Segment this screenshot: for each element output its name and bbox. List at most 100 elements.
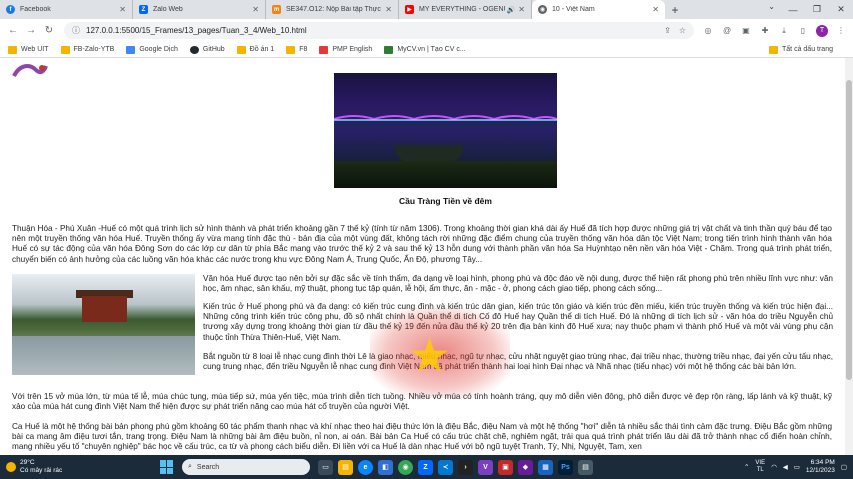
weather-icon	[6, 462, 16, 472]
forward-icon[interactable]: →	[22, 22, 40, 40]
back-icon[interactable]: ←	[4, 22, 22, 40]
taskview-icon[interactable]: ▭	[318, 459, 333, 475]
scrollbar-thumb[interactable]	[846, 80, 852, 380]
system-tray: ⌃ VIE TL ◠ ◀ ▭ 6:34 PM 12/1/2023 ▢	[744, 455, 847, 479]
close-icon[interactable]: ✕	[252, 5, 259, 14]
close-icon[interactable]: ✕	[652, 5, 659, 14]
sidebar-icon[interactable]: ▯	[797, 25, 809, 37]
weather-text: Có mây rải rác	[20, 467, 63, 474]
windows-start-icon[interactable]	[160, 460, 174, 474]
page-content: Cầu Tràng Tiền về đêm Thuận Hóa - Phú Xu…	[0, 58, 845, 455]
zalo-icon: Z	[139, 5, 148, 14]
tab-title: Zalo Web	[153, 6, 183, 13]
star-icon[interactable]: ☆	[679, 26, 686, 35]
extension-icon[interactable]: @	[721, 25, 733, 37]
shore	[334, 161, 557, 188]
app-icon[interactable]: ▤	[578, 459, 593, 475]
bookmarks-bar: Web UIT FB-Zalo-YTB Google Dịch GitHub Đ…	[0, 42, 853, 58]
puzzle-icon[interactable]: ✚	[759, 25, 771, 37]
wifi-icon[interactable]: ◠	[771, 463, 777, 471]
address-bar[interactable]: ⓘ 127.0.0.1:5500/15_Frames/13_pages/Tuan…	[64, 22, 694, 39]
file-explorer-icon[interactable]: ▤	[338, 459, 353, 475]
bookmark-github[interactable]: GitHub	[189, 45, 225, 54]
decorative-dragon-image	[12, 64, 48, 78]
image-caption: Cầu Tràng Tiền về đêm	[399, 196, 492, 206]
avatar[interactable]: T	[816, 24, 828, 37]
language-indicator[interactable]: VIE TL	[755, 460, 765, 474]
app-icon[interactable]: ◆	[518, 459, 533, 475]
tab-zalo[interactable]: Z Zalo Web ✕	[133, 0, 266, 19]
extensions-bar: ◎ @ ▣ ✚ ⤓ ▯ T ⋮	[702, 24, 847, 37]
new-tab-button[interactable]: +	[665, 0, 685, 19]
bookmark-do-an-1[interactable]: Đồ án 1	[236, 45, 274, 54]
tab-title: 10 - Việt Nam	[552, 6, 595, 13]
bookmark-mycv[interactable]: MyCV.vn | Tạo CV c...	[384, 45, 466, 54]
app-icon[interactable]: ▣	[498, 459, 513, 475]
tab-title: Facebook	[20, 6, 51, 13]
folder-icon	[286, 45, 296, 54]
close-icon[interactable]: ✕	[119, 5, 126, 14]
notification-icon[interactable]: ▢	[841, 463, 847, 471]
browser-toolbar: ← → ↻ ⓘ 127.0.0.1:5500/15_Frames/13_page…	[0, 19, 853, 42]
translate-icon	[126, 45, 136, 54]
minimize-icon[interactable]: —	[781, 0, 805, 19]
photoshop-icon[interactable]: Ps	[558, 459, 573, 475]
battery-icon[interactable]: ▭	[794, 463, 800, 471]
taskbar-search[interactable]: ⌕ Search	[182, 459, 310, 475]
pmp-icon	[319, 45, 329, 54]
chrome-icon[interactable]: ◉	[398, 459, 413, 475]
paragraph-ca-hue: Ca Huế là một hệ thống bài bản phong phú…	[12, 422, 832, 452]
bridge-night-image	[334, 73, 557, 188]
chevron-down-icon[interactable]: ⌄	[768, 2, 775, 11]
store-icon[interactable]: ◧	[378, 459, 393, 475]
tab-youtube[interactable]: ▶ MY EVERYTHING - OGENUS 🔊 ✕	[399, 0, 532, 19]
temperature: 29°C	[20, 459, 35, 466]
app-icon[interactable]: ▦	[538, 459, 553, 475]
extension-icon[interactable]: ▣	[740, 25, 752, 37]
bookmark-f8[interactable]: F8	[286, 45, 307, 54]
speaker-icon[interactable]: 🔊	[507, 6, 516, 14]
url-text[interactable]: 127.0.0.1:5500/15_Frames/13_pages/Tuan_3…	[86, 26, 664, 35]
info-icon[interactable]: ⓘ	[72, 25, 80, 36]
gate	[82, 296, 127, 322]
folder-icon	[236, 45, 246, 54]
hue-citadel-image	[12, 274, 195, 375]
windows-taskbar: 29°C Có mây rải rác ⌕ Search ▭ ▤ e ◧ ◉ Z…	[0, 455, 853, 479]
clock[interactable]: 6:34 PM 12/1/2023	[806, 459, 835, 475]
menu-icon[interactable]: ⋮	[835, 25, 847, 37]
share-icon[interactable]: ⇪	[664, 26, 671, 35]
visual-studio-icon[interactable]: V	[478, 459, 493, 475]
close-icon[interactable]: ✕	[385, 5, 392, 14]
tab-strip: f Facebook ✕ Z Zalo Web ✕ m SE347.O12: N…	[0, 0, 853, 19]
zalo-app-icon[interactable]: Z	[418, 459, 433, 475]
bookmark-pmp-english[interactable]: PMP English	[319, 45, 372, 54]
folder-icon	[8, 45, 17, 54]
edge-icon[interactable]: e	[358, 459, 373, 475]
maximize-icon[interactable]: ❐	[805, 0, 829, 19]
terminal-icon[interactable]: ›	[458, 459, 473, 475]
search-icon: ⌕	[188, 463, 192, 470]
pond	[12, 336, 195, 375]
tab-moodle[interactable]: m SE347.O12: Nộp Bài tập Thực hà ✕	[266, 0, 399, 19]
extension-icon[interactable]: ◎	[702, 25, 714, 37]
tab-vietnam[interactable]: ◉ 10 - Việt Nam ✕	[532, 0, 665, 19]
close-window-icon[interactable]: ✕	[829, 0, 853, 19]
tab-facebook[interactable]: f Facebook ✕	[0, 0, 133, 19]
volume-icon[interactable]: ◀	[783, 463, 788, 471]
moodle-icon: m	[272, 5, 281, 14]
paragraph-dance: Với trên 15 vở múa lớn, từ múa tế lễ, mú…	[12, 392, 832, 412]
search-placeholder: Search	[196, 463, 220, 471]
bookmark-google-dich[interactable]: Google Dịch	[126, 45, 178, 54]
reload-icon[interactable]: ↻	[40, 22, 58, 40]
window-controls: — ❐ ✕	[781, 0, 853, 19]
weather-widget[interactable]: 29°C Có mây rải rác	[0, 459, 150, 475]
page-scrollbar[interactable]	[845, 58, 853, 455]
bookmark-fb-zalo-ytb[interactable]: FB-Zalo-YTB	[60, 45, 114, 54]
github-icon	[189, 45, 199, 54]
close-icon[interactable]: ✕	[518, 5, 525, 14]
chevron-up-icon[interactable]: ⌃	[744, 463, 749, 471]
bookmark-web-uit[interactable]: Web UIT	[8, 45, 49, 54]
download-icon[interactable]: ⤓	[778, 25, 790, 37]
vscode-icon[interactable]: ≺	[438, 459, 453, 475]
all-bookmarks[interactable]: Tất cả dấu trang	[769, 45, 833, 54]
